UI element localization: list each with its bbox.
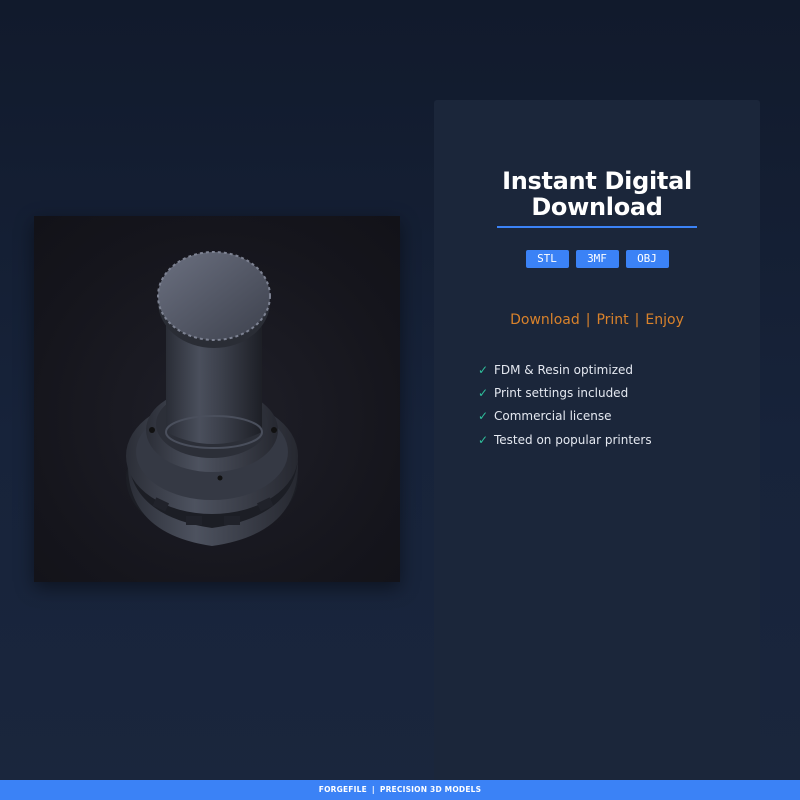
feature-label: FDM & Resin optimized (494, 362, 633, 377)
check-icon: ✓ (478, 385, 489, 400)
list-item: ✓ Commercial license (478, 405, 652, 428)
3d-model-icon (126, 251, 298, 546)
list-item: ✓ Tested on popular printers (478, 428, 652, 451)
format-badges: STL 3MF OBJ (434, 250, 760, 268)
tagline-separator: | (585, 312, 591, 328)
info-panel: Instant Digital Download STL 3MF OBJ Dow… (434, 100, 760, 780)
page-title: Instant Digital Download (502, 167, 692, 221)
feature-list: ✓ FDM & Resin optimized ✓ Print settings… (478, 358, 652, 451)
list-item: ✓ FDM & Resin optimized (478, 358, 652, 381)
footer-slogan: PRECISION 3D MODELS (379, 785, 482, 794)
format-badge-stl: STL (525, 250, 569, 268)
tagline-download: Download (510, 312, 580, 328)
tagline-enjoy: Enjoy (645, 312, 684, 328)
list-item: ✓ Print settings included (478, 381, 652, 404)
format-badge-obj: OBJ (625, 250, 669, 268)
tagline: Download | Print | Enjoy (434, 312, 760, 328)
check-icon: ✓ (478, 409, 489, 424)
feature-label: Print settings included (494, 385, 629, 400)
feature-label: Tested on popular printers (494, 432, 652, 447)
footer-bar: FORGEFILE | PRECISION 3D MODELS (0, 780, 800, 800)
footer-brand: FORGEFILE (318, 785, 367, 794)
feature-label: Commercial license (494, 409, 612, 424)
tagline-print: Print (596, 312, 629, 328)
title-underline (497, 226, 697, 228)
product-render-image (34, 216, 400, 582)
format-badge-3mf: 3MF (575, 250, 619, 268)
check-icon: ✓ (478, 432, 489, 447)
footer-separator: | (371, 785, 375, 794)
tagline-separator: | (634, 312, 640, 328)
check-icon: ✓ (478, 362, 489, 377)
